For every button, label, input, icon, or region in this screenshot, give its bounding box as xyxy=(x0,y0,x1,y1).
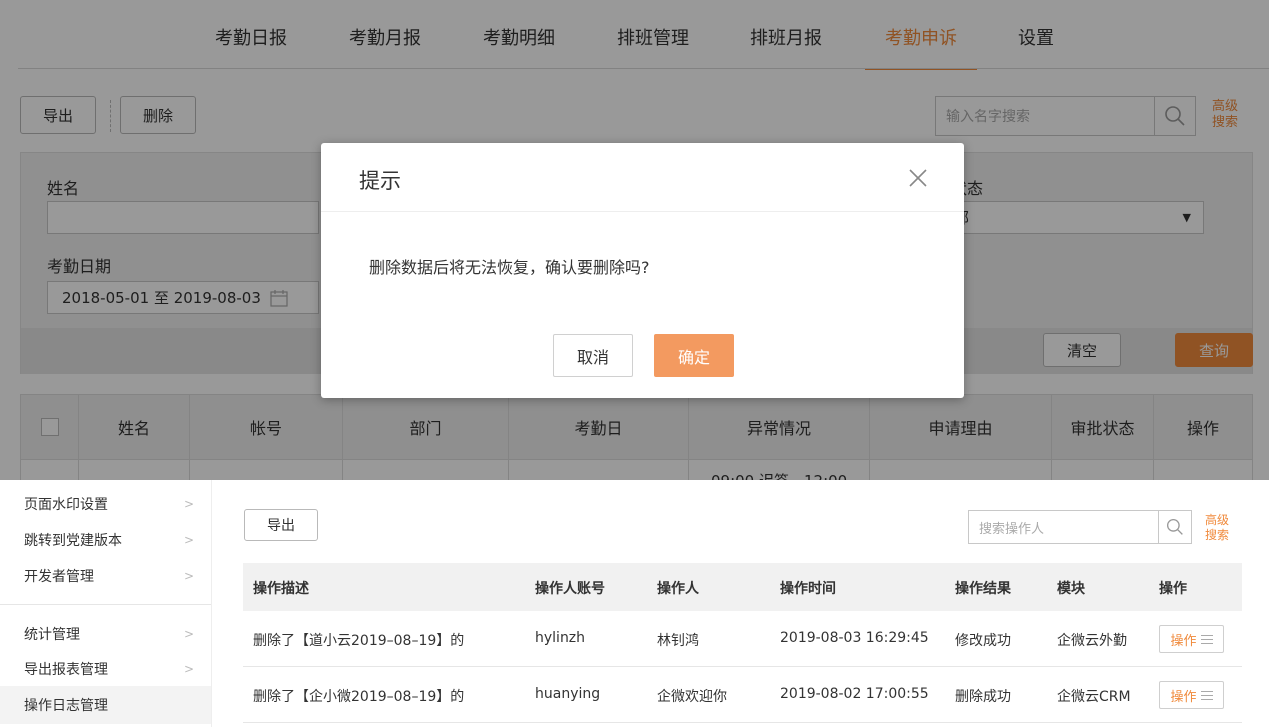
sidebar-item-developer[interactable]: 开发者管理 > xyxy=(0,558,211,594)
log-module: 企微云外勤 xyxy=(1057,633,1127,649)
sidebar-item-watermark[interactable]: 页面水印设置 > xyxy=(0,486,211,522)
log-time: 2019-08-03 16:29:45 xyxy=(780,630,929,646)
log-search-button[interactable] xyxy=(1158,510,1192,544)
sidebar-item-label: 统计管理 xyxy=(24,627,80,643)
log-operator: 企微欢迎你 xyxy=(657,689,727,705)
column-header: 操作人 xyxy=(657,581,699,597)
column-header: 操作描述 xyxy=(253,581,309,597)
log-module: 企微云CRM xyxy=(1057,689,1131,705)
chevron-right-icon: > xyxy=(184,627,195,641)
table-row: 删除了【企小微2019–08–19】的 huanying 企微欢迎你 2019-… xyxy=(243,667,1242,723)
chevron-right-icon: > xyxy=(184,662,195,676)
menu-icon xyxy=(1200,690,1213,700)
dialog-message: 删除数据后将无法恢复，确认要删除吗? xyxy=(369,258,650,277)
log-advanced-search-link[interactable]: 高级搜索 xyxy=(1203,513,1231,543)
cancel-button[interactable]: 取消 xyxy=(553,334,633,377)
sidebar-item-operation-log[interactable]: 操作日志管理 xyxy=(0,686,211,724)
attendance-page: 考勤日报 考勤月报 考勤明细 排班管理 排班月报 考勤申诉 设置 导出 删除 输… xyxy=(0,0,1269,480)
close-icon[interactable] xyxy=(907,167,929,189)
chevron-right-icon: > xyxy=(184,533,195,547)
row-action-button[interactable]: 操作 xyxy=(1159,681,1224,709)
sidebar-item-export-reports[interactable]: 导出报表管理 > xyxy=(0,651,211,687)
log-account: huanying xyxy=(535,686,601,702)
log-description: 删除了【企小微2019–08–19】的 xyxy=(253,689,465,705)
search-icon xyxy=(1166,518,1183,535)
column-header: 操作 xyxy=(1159,581,1187,597)
sidebar-item-label: 跳转到党建版本 xyxy=(24,533,122,549)
dialog-title: 提示 xyxy=(359,169,401,193)
column-header: 操作时间 xyxy=(780,581,836,597)
log-account: hylinzh xyxy=(535,630,586,646)
log-description: 删除了【道小云2019–08–19】的 xyxy=(253,633,465,649)
sidebar-item-statistics[interactable]: 统计管理 > xyxy=(0,616,211,652)
confirm-button[interactable]: 确定 xyxy=(654,334,734,377)
column-header: 操作人账号 xyxy=(535,581,605,597)
sidebar-item-label: 开发者管理 xyxy=(24,569,94,585)
dialog-divider xyxy=(321,211,964,212)
sidebar-item-label: 页面水印设置 xyxy=(24,497,108,513)
settings-sidebar: 页面水印设置 > 跳转到党建版本 > 开发者管理 > 统计管理 > 导出报表管理… xyxy=(0,480,212,727)
sidebar-item-label: 操作日志管理 xyxy=(24,698,108,714)
log-result: 删除成功 xyxy=(955,689,1011,705)
table-row: 删除了【道小云2019–08–19】的 hylinzh 林钊鸿 2019-08-… xyxy=(243,611,1242,667)
column-header: 模块 xyxy=(1057,581,1085,597)
menu-icon xyxy=(1200,634,1213,644)
operator-search-input[interactable]: 搜索操作人 xyxy=(968,510,1159,544)
row-action-label: 操作 xyxy=(1170,633,1197,649)
log-operator: 林钊鸿 xyxy=(657,633,699,649)
chevron-right-icon: > xyxy=(184,569,195,583)
row-action-label: 操作 xyxy=(1170,689,1197,705)
operation-log-page: 页面水印设置 > 跳转到党建版本 > 开发者管理 > 统计管理 > 导出报表管理… xyxy=(0,480,1269,727)
log-result: 修改成功 xyxy=(955,633,1011,649)
confirm-dialog: 提示 删除数据后将无法恢复，确认要删除吗? 取消 确定 xyxy=(321,143,964,398)
column-header: 操作结果 xyxy=(955,581,1011,597)
row-action-button[interactable]: 操作 xyxy=(1159,625,1224,653)
sidebar-item-party-version[interactable]: 跳转到党建版本 > xyxy=(0,522,211,558)
chevron-right-icon: > xyxy=(184,497,195,511)
log-export-button[interactable]: 导出 xyxy=(244,509,318,541)
sidebar-item-label: 导出报表管理 xyxy=(24,662,108,678)
sidebar-divider xyxy=(0,604,211,605)
log-time: 2019-08-02 17:00:55 xyxy=(780,686,929,702)
log-table-header: 操作描述 操作人账号 操作人 操作时间 操作结果 模块 操作 xyxy=(243,563,1242,611)
